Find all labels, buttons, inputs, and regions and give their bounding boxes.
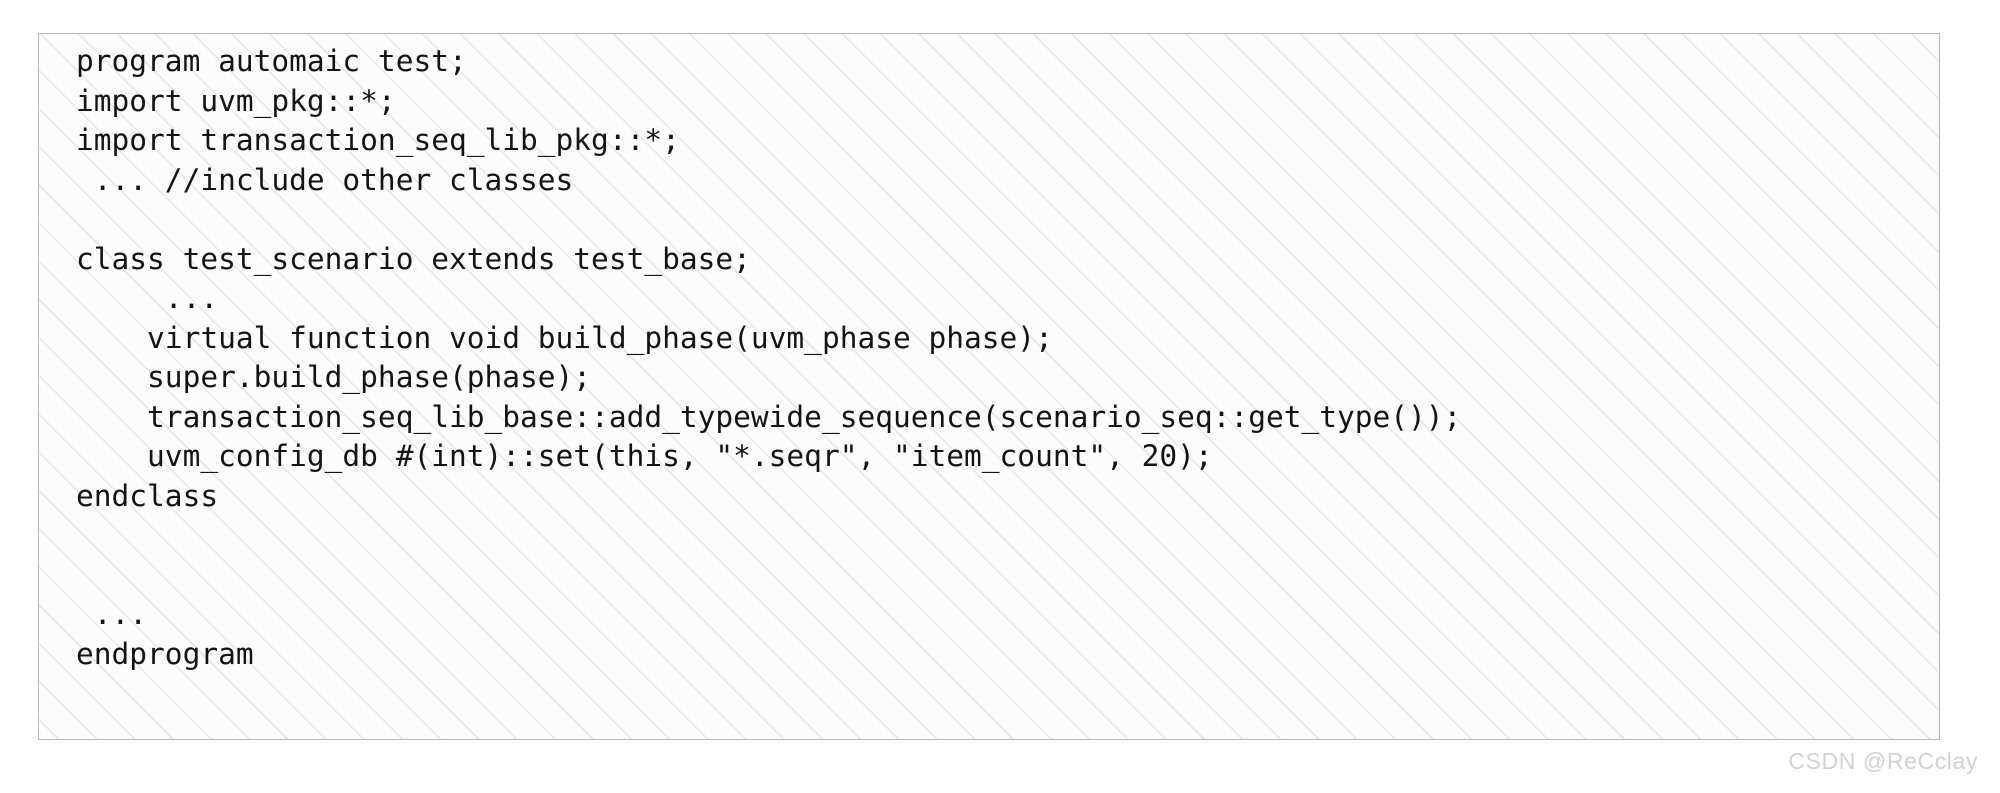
code-block[interactable]: program automaic test;import uvm_pkg::*;…	[76, 42, 1461, 674]
code-line: endclass	[76, 478, 219, 513]
code-line: program automaic test;	[76, 44, 467, 78]
code-line: ...	[76, 281, 219, 315]
code-line: super.build_phase(phase);	[76, 360, 592, 394]
code-line: uvm_config_db #(int)::set(this, "*.seqr"…	[76, 439, 1213, 473]
csdn-watermark: CSDN @ReCclay	[1788, 748, 1978, 774]
code-line: import uvm_pkg::*;	[76, 83, 396, 118]
code-line: virtual function void build_phase(uvm_ph…	[76, 320, 1053, 355]
code-line: ...	[76, 597, 148, 631]
code-line: endprogram	[76, 636, 254, 671]
code-line: class test_scenario extends test_base;	[76, 241, 751, 276]
code-line: import transaction_seq_lib_pkg::*;	[76, 123, 680, 157]
code-line: transaction_seq_lib_base::add_typewide_s…	[76, 399, 1462, 434]
code-line: ... //include other classes	[76, 162, 574, 197]
code-snippet-panel: program automaic test;import uvm_pkg::*;…	[38, 33, 1940, 740]
